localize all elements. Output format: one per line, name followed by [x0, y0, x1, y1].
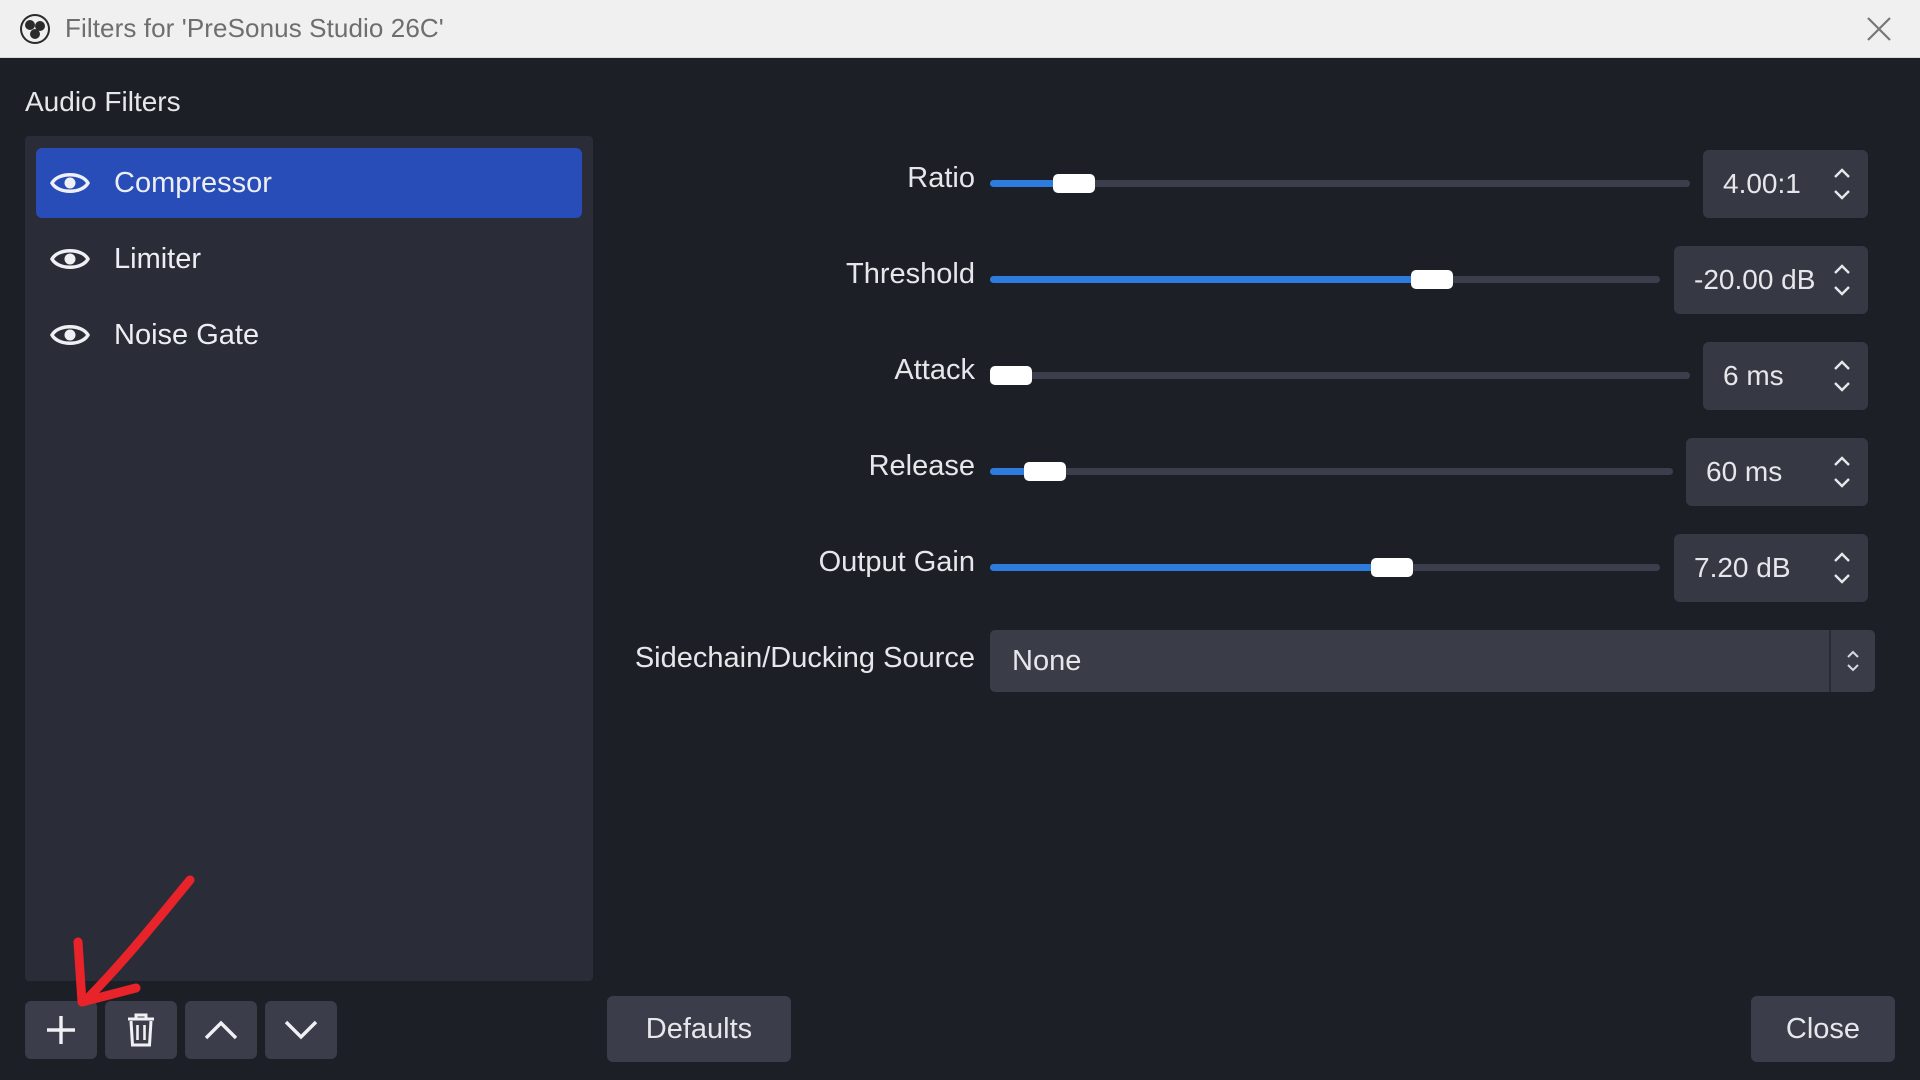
sidechain-value: None	[1012, 644, 1082, 677]
spin-down-icon[interactable]	[1831, 282, 1853, 300]
spin-up-icon[interactable]	[1831, 548, 1853, 566]
spin-up-icon[interactable]	[1831, 356, 1853, 374]
release-label: Release	[868, 450, 975, 482]
defaults-button[interactable]: Defaults	[607, 996, 791, 1062]
spin-up-icon[interactable]	[1831, 452, 1853, 470]
filter-item-limiter[interactable]: Limiter	[36, 224, 582, 294]
filter-item-label: Compressor	[114, 166, 272, 199]
spin-down-icon[interactable]	[1831, 474, 1853, 492]
attack-slider[interactable]	[990, 359, 1690, 391]
close-icon	[1867, 17, 1891, 41]
filter-item-label: Limiter	[114, 242, 202, 275]
filter-list: Compressor Limiter Noise Gate	[25, 136, 593, 981]
title-bar: Filters for 'PreSonus Studio 26C'	[0, 0, 1920, 58]
slider-handle[interactable]	[990, 366, 1032, 385]
sidechain-label: Sidechain/Ducking Source	[634, 642, 975, 674]
filter-item-noise-gate[interactable]: Noise Gate	[36, 300, 582, 370]
slider-track	[990, 180, 1690, 187]
chevron-down-icon	[284, 1020, 318, 1040]
move-filter-down-button[interactable]	[265, 1001, 337, 1059]
attack-label: Attack	[894, 354, 975, 386]
slider-handle[interactable]	[1023, 462, 1066, 481]
output-gain-value[interactable]: 7.20 dB	[1674, 552, 1816, 584]
spin-down-icon[interactable]	[1831, 186, 1853, 204]
attack-spinbox[interactable]: 6 ms	[1703, 342, 1868, 410]
slider-fill	[990, 564, 1392, 571]
slider-track	[990, 468, 1673, 475]
slider-handle[interactable]	[1411, 270, 1454, 289]
close-button[interactable]: Close	[1751, 996, 1895, 1062]
window-title: Filters for 'PreSonus Studio 26C'	[65, 13, 444, 43]
ratio-slider[interactable]	[990, 167, 1690, 199]
threshold-value[interactable]: -20.00 dB	[1674, 264, 1816, 296]
ratio-value[interactable]: 4.00:1	[1703, 168, 1816, 200]
chevron-up-icon	[204, 1020, 238, 1040]
spin-up-icon[interactable]	[1831, 260, 1853, 278]
slider-handle[interactable]	[1371, 558, 1413, 577]
obs-logo-icon	[20, 13, 50, 44]
release-spinbox[interactable]: 60 ms	[1686, 438, 1868, 506]
visibility-eye-icon[interactable]	[50, 320, 90, 350]
annotation-arrow-icon	[73, 875, 195, 1007]
spin-down-icon[interactable]	[1831, 570, 1853, 588]
spin-down-icon[interactable]	[1831, 378, 1853, 396]
threshold-spinbox[interactable]: -20.00 dB	[1674, 246, 1868, 314]
filter-item-compressor[interactable]: Compressor	[36, 148, 582, 218]
ratio-spinbox[interactable]: 4.00:1	[1703, 150, 1868, 218]
release-slider[interactable]	[990, 455, 1673, 487]
slider-track	[990, 372, 1690, 379]
output-gain-slider[interactable]	[990, 551, 1660, 583]
audio-filters-label: Audio Filters	[25, 86, 181, 117]
threshold-slider[interactable]	[990, 263, 1660, 295]
slider-handle[interactable]	[1053, 174, 1095, 193]
trash-icon	[128, 1013, 154, 1047]
output-gain-label: Output Gain	[818, 546, 975, 578]
output-gain-spinbox[interactable]: 7.20 dB	[1674, 534, 1868, 602]
threshold-label: Threshold	[846, 258, 975, 290]
window-close-button[interactable]	[1860, 10, 1898, 48]
spin-up-icon[interactable]	[1831, 164, 1853, 182]
slider-fill	[990, 276, 1433, 283]
filter-item-label: Noise Gate	[114, 318, 260, 351]
release-value[interactable]: 60 ms	[1686, 456, 1816, 488]
attack-value[interactable]: 6 ms	[1703, 360, 1816, 392]
ratio-label: Ratio	[907, 162, 975, 194]
visibility-eye-icon[interactable]	[50, 168, 90, 198]
sidechain-source-select[interactable]: None	[990, 630, 1875, 692]
updown-chevron-icon	[1847, 650, 1859, 672]
visibility-eye-icon[interactable]	[50, 244, 90, 274]
plus-icon	[47, 1016, 75, 1044]
